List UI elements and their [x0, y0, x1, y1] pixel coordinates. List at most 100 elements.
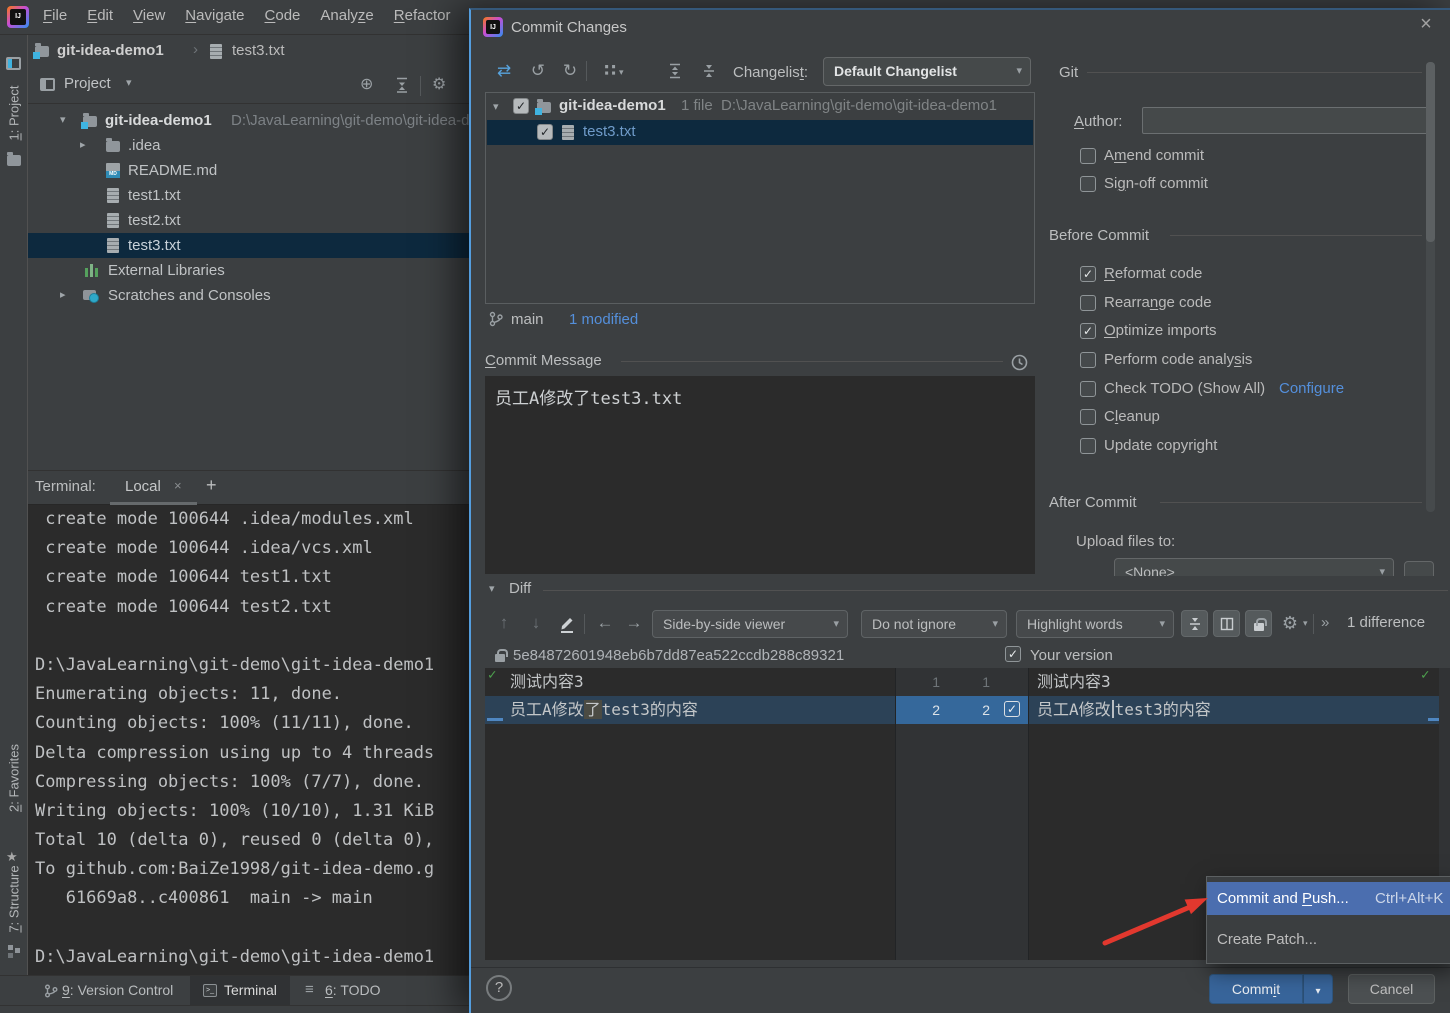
- breadcrumb-chevron-icon: ›: [193, 41, 198, 58]
- tree-row-test2[interactable]: test2.txt: [28, 208, 469, 233]
- collapse-all-icon[interactable]: [701, 63, 717, 79]
- project-tool-icon[interactable]: [6, 57, 21, 70]
- rearrange-checkbox[interactable]: [1080, 295, 1096, 311]
- menu-edit[interactable]: Edit: [87, 7, 113, 24]
- tree-collapse-icon[interactable]: ▸: [60, 283, 66, 308]
- separator: [1170, 235, 1422, 236]
- jump-to-source-icon[interactable]: [559, 615, 575, 633]
- signoff-checkbox[interactable]: [1080, 176, 1096, 192]
- viewer-mode-combo[interactable]: Side-by-side viewer▾: [652, 610, 848, 638]
- menu-refactor[interactable]: Refactor: [394, 7, 451, 24]
- update-copyright-checkbox[interactable]: [1080, 438, 1096, 454]
- panel-scrollbar[interactable]: [1426, 62, 1435, 512]
- tab-close-icon[interactable]: ×: [174, 478, 182, 493]
- menu-file[interactable]: File: [43, 7, 67, 24]
- new-terminal-icon[interactable]: +: [206, 475, 217, 496]
- tree-row-scratches[interactable]: ▸ Scratches and Consoles: [28, 283, 469, 308]
- refresh-icon[interactable]: ↻: [557, 58, 583, 84]
- highlight-mode-combo[interactable]: Highlight words▾: [1016, 610, 1174, 638]
- check-todo-checkbox[interactable]: [1080, 381, 1096, 397]
- prev-change-icon[interactable]: ←: [592, 610, 618, 636]
- configure-link[interactable]: Configure: [1279, 380, 1344, 397]
- root-checkbox[interactable]: ✓: [513, 98, 529, 114]
- star-icon[interactable]: ★: [6, 849, 18, 865]
- chevron-down-icon: ▾: [833, 611, 839, 637]
- next-change-icon[interactable]: →: [621, 610, 647, 636]
- disable-editing-toggle[interactable]: [1245, 610, 1272, 637]
- whitespace-combo[interactable]: Do not ignore▾: [861, 610, 1007, 638]
- tool-button-favorites[interactable]: 2: Favorites: [7, 744, 22, 812]
- help-button[interactable]: ?: [486, 975, 512, 1001]
- file-checkbox[interactable]: ✓: [537, 124, 553, 140]
- code-analysis-checkbox[interactable]: [1080, 352, 1096, 368]
- menu-view[interactable]: View: [133, 7, 165, 24]
- commit-options-arrow-button[interactable]: ▾: [1303, 974, 1333, 1004]
- tool-button-project[interactable]: 1: Project: [7, 86, 22, 141]
- project-panel-title[interactable]: Project: [64, 75, 111, 92]
- project-dropdown-icon[interactable]: ▾: [126, 76, 132, 89]
- previous-difference-icon[interactable]: ↑: [491, 610, 517, 636]
- include-change-checkbox[interactable]: ✓: [1004, 701, 1020, 717]
- tree-collapse-icon[interactable]: ▸: [80, 133, 86, 158]
- menu-item-create-patch[interactable]: Create Patch...: [1207, 923, 1450, 956]
- tree-row-external-libraries[interactable]: External Libraries: [28, 258, 469, 283]
- menu-navigate[interactable]: Navigate: [185, 7, 244, 24]
- terminal-output[interactable]: create mode 100644 .idea/modules.xml cre…: [28, 505, 469, 975]
- breadcrumb: git-idea-demo1 › test3.txt: [0, 35, 469, 68]
- diff-section-label[interactable]: Diff: [509, 580, 531, 597]
- menu-item-commit-and-push[interactable]: Commit and Push... Ctrl+Alt+K: [1207, 882, 1450, 915]
- history-clock-icon[interactable]: [1011, 354, 1028, 371]
- commit-tree-root-row[interactable]: ▾ ✓ git-idea-demo1 1 file D:\JavaLearnin…: [486, 95, 1034, 120]
- your-version-checkbox[interactable]: ✓: [1005, 646, 1021, 662]
- author-input[interactable]: [1142, 107, 1434, 134]
- tab-todo[interactable]: 6: TODO: [325, 976, 381, 1005]
- diff-left-pane[interactable]: ✓ 测试内容3 员工A修改了test3的内容: [485, 668, 895, 960]
- close-icon[interactable]: ×: [1413, 13, 1439, 39]
- reformat-checkbox[interactable]: ✓: [1080, 266, 1096, 282]
- change-marker: [1428, 718, 1439, 721]
- terminal-tab-local[interactable]: Local: [125, 478, 161, 495]
- tree-row-idea[interactable]: ▸ .idea: [28, 133, 469, 158]
- gear-icon[interactable]: ⚙: [432, 74, 446, 94]
- synchronize-scrolling-toggle[interactable]: [1213, 610, 1240, 637]
- folder-icon[interactable]: [7, 155, 21, 166]
- rollback-icon[interactable]: ↺: [525, 58, 551, 84]
- upload-target-combo[interactable]: <None> ▾: [1114, 558, 1394, 576]
- modified-link[interactable]: 1 modified: [569, 311, 638, 328]
- collapse-all-icon[interactable]: [394, 77, 410, 93]
- diff-collapse-icon[interactable]: ▾: [489, 582, 495, 595]
- tree-row-readme[interactable]: README.md: [28, 158, 469, 183]
- commit-button[interactable]: Commit: [1209, 974, 1303, 1004]
- cleanup-checkbox[interactable]: [1080, 409, 1096, 425]
- expand-all-icon[interactable]: [667, 63, 683, 79]
- commit-file-row-selected[interactable]: ✓ test3.txt: [487, 120, 1033, 145]
- tree-expand-icon[interactable]: ▾: [493, 100, 499, 113]
- tree-expand-icon[interactable]: ▾: [60, 108, 66, 133]
- optimize-imports-checkbox[interactable]: ✓: [1080, 323, 1096, 339]
- commit-message-input[interactable]: 员工A修改了test3.txt: [485, 376, 1035, 574]
- collapse-unchanged-toggle[interactable]: [1181, 610, 1208, 637]
- breadcrumb-file[interactable]: test3.txt: [232, 42, 285, 59]
- locate-icon[interactable]: ⊕: [360, 74, 373, 94]
- more-chevrons-icon[interactable]: »: [1321, 614, 1329, 631]
- diff-settings-gear-icon[interactable]: ⚙: [1277, 610, 1303, 636]
- tab-version-control[interactable]: 9: Version Control: [62, 976, 173, 1005]
- tab-terminal[interactable]: >_ Terminal: [190, 976, 290, 1005]
- tree-row-root[interactable]: ▾ git-idea-demo1 D:\JavaLearning\git-dem…: [28, 108, 469, 133]
- upload-config-button[interactable]: [1404, 561, 1434, 576]
- structure-grid-icon[interactable]: [8, 945, 13, 950]
- dialog-title-bar[interactable]: Commit Changes ×: [471, 10, 1450, 48]
- show-diff-icon[interactable]: ⇄: [491, 58, 517, 84]
- next-difference-icon[interactable]: ↓: [523, 610, 549, 636]
- cancel-button[interactable]: Cancel: [1348, 974, 1435, 1004]
- git-section-label: Git: [1059, 64, 1078, 81]
- tree-row-test1[interactable]: test1.txt: [28, 183, 469, 208]
- menu-code[interactable]: Code: [265, 7, 301, 24]
- tree-row-test3-selected[interactable]: test3.txt: [28, 233, 469, 258]
- breadcrumb-project[interactable]: git-idea-demo1: [57, 42, 164, 59]
- menu-analyze[interactable]: Analyze: [320, 7, 373, 24]
- amend-checkbox[interactable]: [1080, 148, 1096, 164]
- tool-button-structure[interactable]: 7: Structure: [7, 865, 22, 932]
- bottom-tool-bar: 9: Version Control >_ Terminal ≡ 6: TODO: [0, 975, 469, 1005]
- changelist-combo[interactable]: Default Changelist ▾: [823, 57, 1031, 86]
